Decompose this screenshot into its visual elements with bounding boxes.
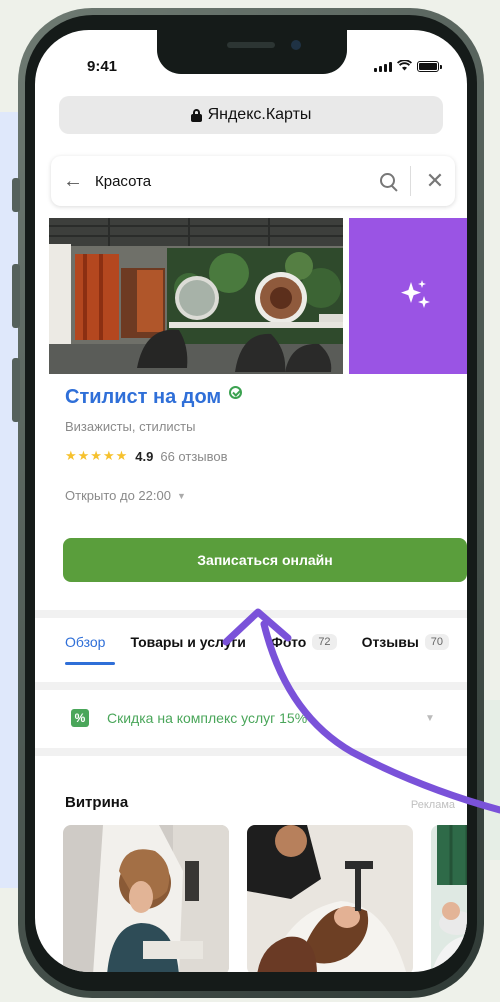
discount-text: Скидка на комплекс услуг 15% — [107, 710, 308, 726]
front-camera — [291, 40, 301, 50]
active-tab-indicator — [65, 662, 115, 665]
hours-dropdown[interactable]: Открыто до 22:00 ▼ — [65, 488, 445, 503]
tab-bar: Обзор Товары и услуги Фото 72 Отзывы 70 — [65, 634, 450, 650]
rating-row[interactable]: ★★★★★ 4.9 66 отзывов — [65, 448, 445, 464]
section-divider — [35, 682, 467, 690]
rating-value: 4.9 — [135, 448, 154, 464]
showcase-title: Витрина — [65, 794, 129, 811]
section-divider — [35, 748, 467, 756]
arrow-left-icon[interactable]: ← — [51, 170, 95, 193]
close-icon[interactable]: ✕ — [415, 168, 455, 194]
notch — [157, 30, 347, 74]
place-name: Стилист на дом — [65, 386, 222, 408]
tab-reviews-label: Отзывы — [361, 634, 419, 650]
tab-overview-label: Обзор — [65, 634, 106, 650]
speaker — [227, 42, 275, 48]
showcase-item[interactable] — [431, 825, 467, 972]
reviews-count-badge: 70 — [424, 634, 450, 650]
showcase-item[interactable] — [247, 825, 413, 972]
battery-icon — [417, 61, 442, 72]
status-icons — [374, 59, 442, 72]
tab-overview[interactable]: Обзор — [65, 634, 105, 650]
url-text: Яндекс.Карты — [207, 106, 312, 123]
signal-icon — [374, 62, 392, 72]
promo-tile[interactable] — [349, 218, 467, 374]
tab-photos[interactable]: Фото 72 — [271, 634, 337, 650]
search-bar[interactable]: ← Красота ✕ — [51, 156, 455, 206]
side-button-volume-down — [12, 358, 20, 422]
reviews-count[interactable]: 66 отзывов — [160, 449, 227, 464]
search-divider — [410, 166, 411, 196]
star-rating-icon: ★★★★★ — [65, 448, 129, 463]
search-input[interactable]: Красота — [95, 173, 372, 190]
sparkles-icon — [401, 280, 430, 308]
verified-icon — [229, 386, 243, 399]
address-bar[interactable]: Яндекс.Карты — [59, 96, 443, 134]
side-button-mute — [12, 178, 20, 212]
status-time: 9:41 — [87, 58, 118, 75]
tab-reviews[interactable]: Отзывы 70 — [361, 634, 450, 650]
hours-text: Открыто до 22:00 — [65, 488, 171, 503]
phone-screen: 9:41 Яндекс.Карты ← Красота ✕ Стилист на… — [35, 30, 467, 972]
ad-label: Реклама — [410, 799, 455, 811]
photos-count-badge: 72 — [312, 634, 337, 650]
search-icon[interactable] — [372, 156, 406, 206]
place-category: Визажисты, стилисты — [65, 419, 196, 434]
wifi-icon — [396, 59, 413, 72]
tab-goods-services-label: Товары и услуги — [130, 634, 246, 650]
discount-banner[interactable]: % Скидка на комплекс услуг 15% ▼ — [51, 694, 455, 742]
percent-icon: % — [71, 709, 89, 727]
place-title[interactable]: Стилист на дом — [65, 386, 445, 409]
chevron-down-icon: ▼ — [176, 490, 186, 501]
place-card: Стилист на дом Визажисты, стилисты ★★★★★… — [65, 386, 445, 503]
salon-photo[interactable] — [49, 218, 343, 374]
side-button-volume-up — [12, 264, 20, 328]
showcase-item[interactable] — [63, 825, 229, 972]
tab-goods-services[interactable]: Товары и услуги — [130, 634, 245, 650]
tab-photos-label: Фото — [270, 634, 307, 650]
chevron-down-icon: ▼ — [425, 712, 435, 724]
lock-icon — [190, 108, 202, 122]
section-divider — [35, 610, 467, 618]
book-online-button[interactable]: Записаться онлайн — [63, 538, 467, 582]
